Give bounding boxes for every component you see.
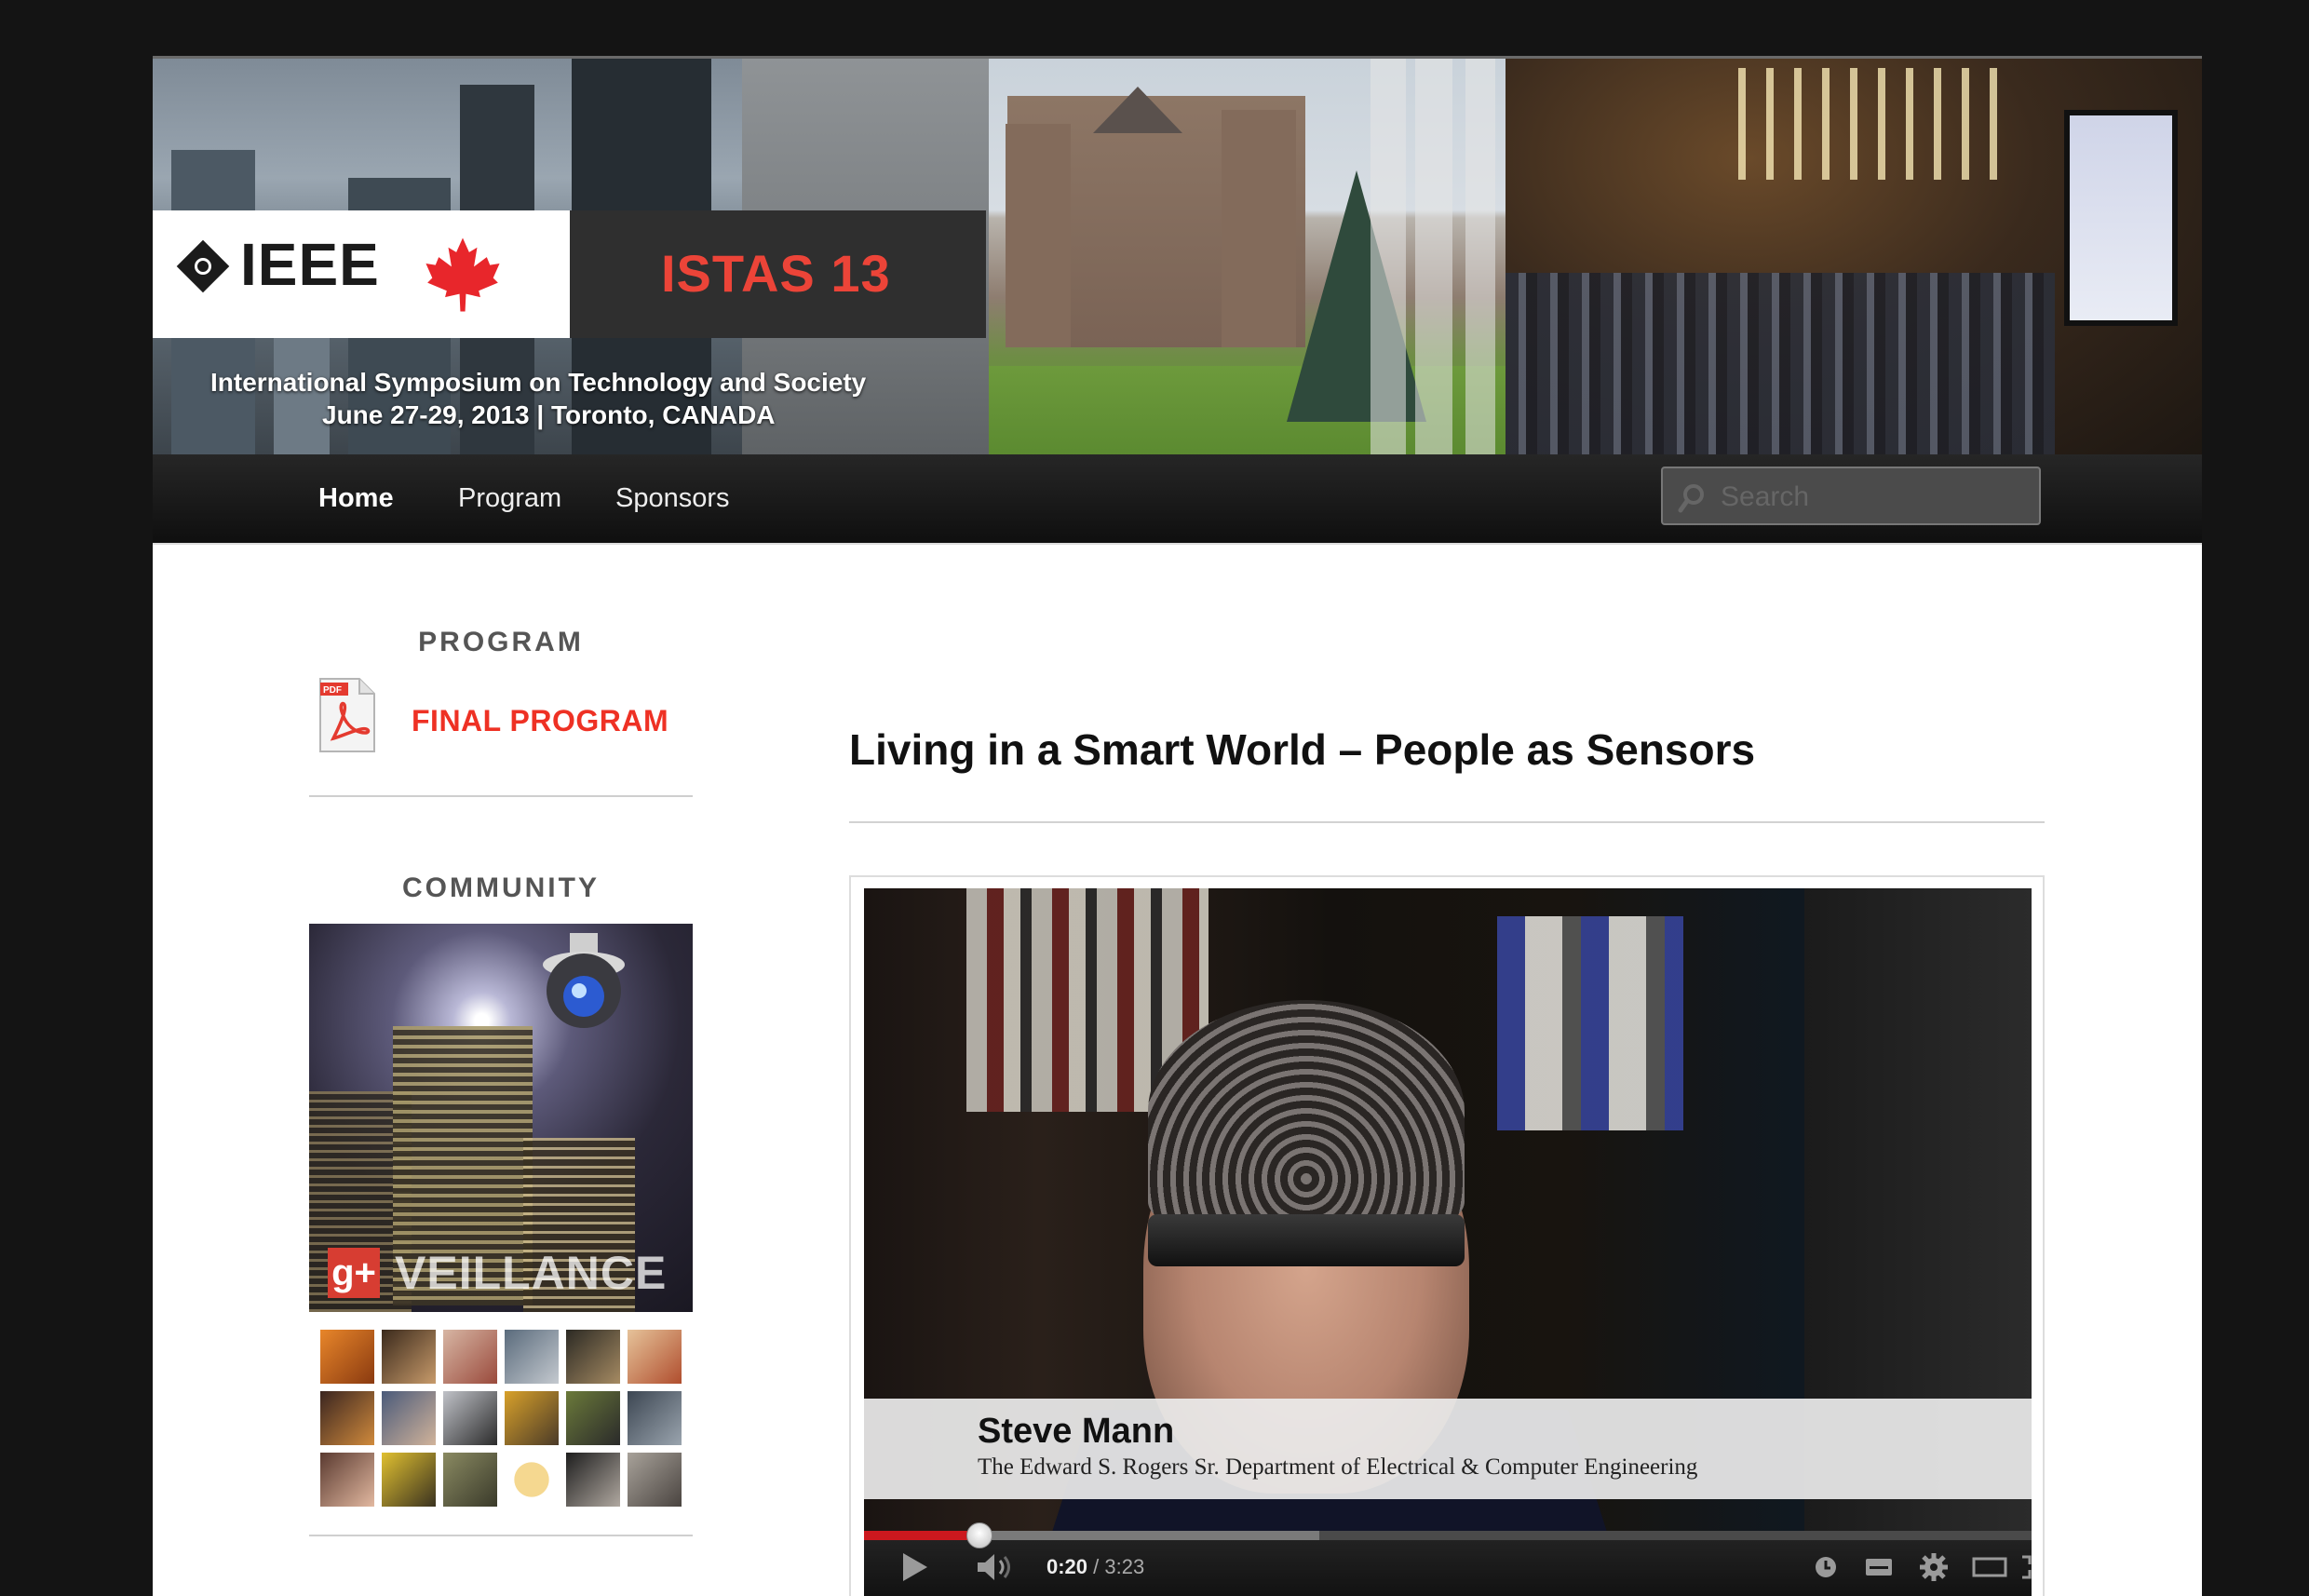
final-program-link[interactable]: FINAL PROGRAM xyxy=(412,704,668,738)
pdf-badge-text: PDF xyxy=(323,685,342,696)
avatar[interactable] xyxy=(566,1391,620,1445)
avatar[interactable] xyxy=(566,1330,620,1384)
maple-leaf-icon xyxy=(425,237,500,312)
ieee-logo-block: IEEE xyxy=(153,210,570,338)
video-current-time: 0:20 xyxy=(1046,1555,1088,1578)
avatar[interactable] xyxy=(628,1391,682,1445)
program-widget-title: PROGRAM xyxy=(418,627,584,657)
search-icon xyxy=(1678,484,1704,513)
avatar[interactable] xyxy=(443,1330,497,1384)
istas-title-block: ISTAS 13 xyxy=(570,210,986,338)
avatar[interactable] xyxy=(505,1391,559,1445)
banner-subtitle-line2: June 27-29, 2013 | Toronto, CANADA xyxy=(322,400,776,429)
avatar[interactable] xyxy=(443,1391,497,1445)
banner-hall-photo xyxy=(1506,59,2202,454)
banner-subtitle-line1: International Symposium on Technology an… xyxy=(210,368,867,397)
settings-icon[interactable] xyxy=(1919,1551,1949,1583)
search-box[interactable] xyxy=(1661,467,2041,525)
post-divider xyxy=(849,821,2045,823)
nav-item-sponsors[interactable]: Sponsors xyxy=(615,454,730,543)
avatar[interactable] xyxy=(505,1453,559,1507)
avatar[interactable] xyxy=(566,1453,620,1507)
avatar[interactable] xyxy=(320,1453,374,1507)
ieee-logo-text: IEEE xyxy=(240,231,380,298)
captions-icon[interactable] xyxy=(1865,1551,1893,1583)
header-banner[interactable]: IEEE ISTAS 13 International Symposium on… xyxy=(153,56,2202,454)
security-camera-icon xyxy=(543,933,625,1028)
avatar[interactable] xyxy=(382,1330,436,1384)
community-widget-title: COMMUNITY xyxy=(402,872,600,903)
avatar[interactable] xyxy=(382,1391,436,1445)
avatar[interactable] xyxy=(443,1453,497,1507)
main-nav: Home Program Sponsors xyxy=(153,454,2202,545)
veillance-label: VEILLANCE xyxy=(395,1247,668,1299)
avatar[interactable] xyxy=(320,1391,374,1445)
video-controls-bar xyxy=(864,1533,2032,1596)
avatar[interactable] xyxy=(628,1453,682,1507)
nav-item-program[interactable]: Program xyxy=(458,454,561,543)
event-title: ISTAS 13 xyxy=(661,244,891,303)
veillance-community-image[interactable]: g+ VEILLANCE xyxy=(309,924,693,1312)
search-input[interactable] xyxy=(1719,476,2030,519)
ieee-diamond-icon xyxy=(176,239,230,293)
fullscreen-icon[interactable] xyxy=(2022,1551,2032,1583)
video-scrubber-handle[interactable] xyxy=(965,1522,992,1549)
sidebar-divider xyxy=(309,1535,693,1536)
video-time: 0:20 / 3:23 xyxy=(1046,1553,1144,1581)
avatar[interactable] xyxy=(505,1330,559,1384)
video-lower-third: Steve Mann The Edward S. Rogers Sr. Depa… xyxy=(864,1399,2032,1499)
banner-parliament-photo xyxy=(989,59,1506,454)
gplus-icon: g+ xyxy=(328,1248,380,1298)
avatar[interactable] xyxy=(382,1453,436,1507)
video-progress-bar xyxy=(864,1531,979,1540)
video-duration: / 3:23 xyxy=(1093,1555,1145,1578)
video-player[interactable]: Steve Mann The Edward S. Rogers Sr. Depa… xyxy=(864,888,2032,1596)
speaker-name: Steve Mann xyxy=(978,1412,1175,1451)
avatar[interactable] xyxy=(320,1330,374,1384)
post-title[interactable]: Living in a Smart World – People as Sens… xyxy=(849,724,1755,775)
volume-icon[interactable] xyxy=(976,1551,1013,1583)
nav-item-home[interactable]: Home xyxy=(318,454,394,543)
page: IEEE ISTAS 13 International Symposium on… xyxy=(153,56,2202,1596)
watch-later-icon[interactable] xyxy=(1814,1551,1838,1583)
banner-subtitle: International Symposium on Technology an… xyxy=(210,366,866,431)
speaker-department: The Edward S. Rogers Sr. Department of E… xyxy=(978,1454,1698,1480)
theater-mode-icon[interactable] xyxy=(1972,1551,2007,1583)
avatar[interactable] xyxy=(628,1330,682,1384)
play-icon[interactable] xyxy=(901,1551,929,1583)
sidebar-divider xyxy=(309,795,693,797)
pdf-file-icon[interactable]: PDF xyxy=(318,677,376,753)
